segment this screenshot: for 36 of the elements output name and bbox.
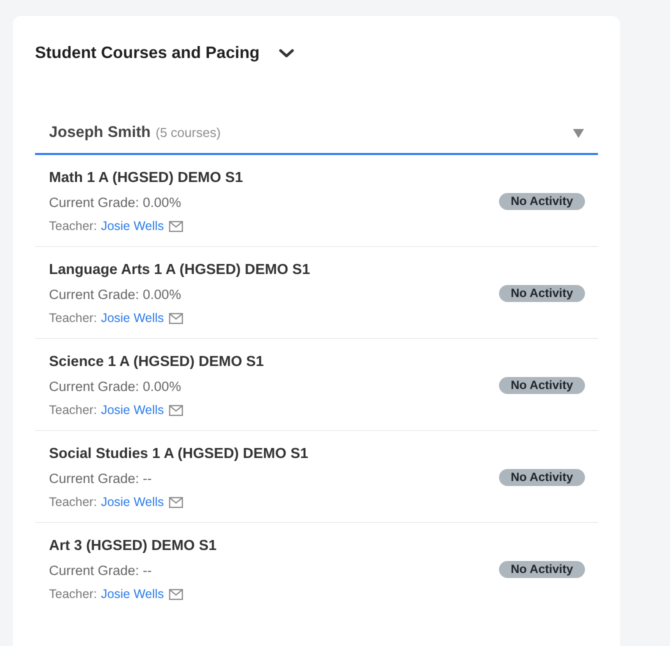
- teacher-label: Teacher:: [49, 587, 97, 601]
- teacher-link[interactable]: Josie Wells: [100, 219, 164, 233]
- teacher-label: Teacher:: [49, 495, 97, 509]
- current-grade: Current Grade: --: [49, 562, 153, 580]
- chevron-down-icon[interactable]: [278, 48, 294, 58]
- mail-icon[interactable]: [168, 588, 183, 600]
- status-badge: No Activity: [498, 561, 585, 578]
- mail-icon[interactable]: [168, 312, 183, 324]
- student-dropdown[interactable]: Joseph Smith (5 courses): [35, 116, 598, 155]
- course-title: Science 1 A (HGSED) DEMO S1: [49, 353, 264, 372]
- teacher-link[interactable]: Josie Wells: [100, 587, 164, 601]
- teacher-label: Teacher:: [49, 311, 97, 325]
- status-badge: No Activity: [498, 377, 585, 394]
- current-grade: Current Grade: 0.00%: [49, 378, 182, 396]
- mail-icon[interactable]: [168, 496, 183, 508]
- current-grade: Current Grade: --: [49, 470, 153, 488]
- course-title: Language Arts 1 A (HGSED) DEMO S1: [49, 261, 310, 280]
- teacher-label: Teacher:: [49, 403, 97, 417]
- teacher-label: Teacher:: [49, 219, 97, 233]
- status-badge: No Activity: [498, 193, 585, 210]
- course-title: Art 3 (HGSED) DEMO S1: [49, 537, 217, 556]
- dropdown-triangle-icon: [573, 129, 584, 138]
- status-badge: No Activity: [498, 285, 585, 302]
- course-count: (5 courses): [156, 125, 221, 140]
- current-grade: Current Grade: 0.00%: [49, 194, 182, 212]
- teacher-link[interactable]: Josie Wells: [100, 311, 164, 325]
- teacher-link[interactable]: Josie Wells: [100, 403, 164, 417]
- course-title: Social Studies 1 A (HGSED) DEMO S1: [49, 445, 308, 464]
- status-badge: No Activity: [498, 469, 585, 486]
- current-grade: Current Grade: 0.00%: [49, 286, 182, 304]
- mail-icon[interactable]: [168, 404, 183, 416]
- section-title: Student Courses and Pacing: [35, 43, 260, 64]
- course-title: Math 1 A (HGSED) DEMO S1: [49, 169, 243, 188]
- mail-icon[interactable]: [168, 220, 183, 232]
- teacher-link[interactable]: Josie Wells: [100, 495, 164, 509]
- student-name: Joseph Smith: [49, 123, 151, 143]
